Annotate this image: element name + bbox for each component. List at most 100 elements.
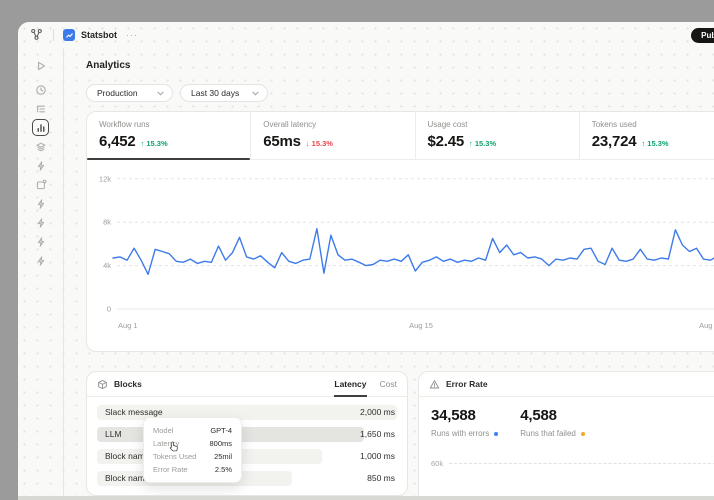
export-box-icon[interactable] [32,176,49,193]
chevron-down-icon [157,91,164,96]
layers-icon[interactable] [32,138,49,155]
error-chart-axis: 60k [431,459,714,468]
icon-rail [18,48,64,500]
ellipsis-menu-icon[interactable]: ··· [126,30,138,40]
runs-with-errors-label: Runs with errors [431,429,489,438]
action-bolt-icon[interactable] [32,214,49,231]
warning-triangle-icon [429,379,440,390]
blocks-title: Blocks [114,379,142,389]
tooltip-label: Model [153,424,173,437]
block-latency-value: 2,000 ms [360,405,395,420]
svg-text:8k: 8k [103,218,111,227]
stat-tokens-used[interactable]: Tokens used 23,724 ↑ 15.3% [579,112,714,159]
app-window: Statsbot ··· Publish [18,22,714,500]
runs-that-failed-stat: 4,588 Runs that failed [520,407,585,438]
runs-with-errors-value: 34,588 [431,407,498,424]
svg-text:Aug 1: Aug 1 [118,321,138,330]
error-axis-gridline [449,463,714,464]
tooltip-value: 2.5% [215,463,232,476]
svg-text:Aug 15: Aug 15 [409,321,433,330]
block-row[interactable]: Block name1,000 ms [97,449,397,464]
block-row[interactable]: Slack message2,000 ms [97,405,397,420]
block-latency-value: 1,650 ms [360,427,395,442]
workflow-logo-icon[interactable] [30,28,44,42]
action-bolt-icon[interactable] [32,233,49,250]
hand-cursor-icon [167,440,180,458]
window-bottom-edge [18,496,714,500]
runs-that-failed-value: 4,588 [520,407,585,424]
action-bolt-icon[interactable] [32,195,49,212]
main-content: Analytics Production Last 30 days Workfl… [65,48,714,500]
block-latency-value: 850 ms [367,471,395,486]
svg-text:12k: 12k [99,174,111,183]
blocks-tabs: Latency Cost [334,372,397,397]
block-latency-value: 1,000 ms [360,449,395,464]
tab-latency[interactable]: Latency [334,372,366,397]
metrics-card: Workflow runs 6,452 ↑ 15.3% Overall late… [86,111,714,352]
date-range-dropdown[interactable]: Last 30 days [180,84,268,102]
stat-delta: ↓ 15.3% [306,139,333,148]
stat-overall-latency[interactable]: Overall latency 65ms ↓ 15.3% [250,112,414,159]
environment-dropdown-value: Production [97,88,138,98]
play-icon[interactable] [32,57,49,74]
stat-value: 23,724 [592,133,637,150]
blocks-panel: Blocks Latency Cost Slack message2,000 m… [86,371,408,496]
action-bolt-icon[interactable] [32,157,49,174]
llm-block-tooltip: ModelGPT-4 Latency800ms Tokens Used25mil… [143,417,242,483]
blue-legend-dot [494,432,498,436]
error-axis-tick: 60k [431,459,443,468]
stat-label: Usage cost [428,120,579,129]
svg-text:4k: 4k [103,261,111,270]
workflow-title: Statsbot [81,30,117,40]
blocks-header: Blocks Latency Cost [87,372,407,397]
publish-button[interactable]: Publish [691,28,714,43]
error-rate-header: Error Rate [419,372,714,397]
block-row[interactable]: LLM 1,650 ms [97,427,397,442]
action-bolt-icon[interactable] [32,252,49,269]
history-clock-icon[interactable] [32,81,49,98]
stat-value: $2.45 [428,133,465,150]
line-chart-svg: 12k 8k 4k 0 Aug 1 Aug 15 Aug 31 [91,170,714,344]
stat-value: 65ms [263,133,301,150]
stat-label: Tokens used [592,120,714,129]
orange-legend-dot [581,432,585,436]
chevron-down-icon [252,91,259,96]
workflow-runs-chart: 12k 8k 4k 0 Aug 1 Aug 15 Aug 31 [87,160,714,351]
stat-delta: ↑ 15.3% [641,139,668,148]
analytics-chart-icon[interactable] [32,119,49,136]
block-row[interactable]: Block name850 ms [97,471,397,486]
tooltip-label: Error Rate [153,463,188,476]
svg-text:0: 0 [107,305,111,314]
statsbot-app-icon [63,29,75,41]
error-rate-panel: Error Rate 34,588 Runs with errors 4,588 [418,371,714,500]
stat-delta: ↑ 15.3% [141,139,168,148]
blocks-cube-icon [97,379,108,390]
page-title: Analytics [86,60,714,71]
tab-cost[interactable]: Cost [380,372,397,397]
run-list-icon[interactable] [32,100,49,117]
environment-dropdown[interactable]: Production [86,84,173,102]
runs-with-errors-stat: 34,588 Runs with errors [431,407,498,438]
stat-usage-cost[interactable]: Usage cost $2.45 ↑ 15.3% [415,112,579,159]
topbar: Statsbot ··· Publish [18,22,714,48]
runs-that-failed-label: Runs that failed [520,429,576,438]
tooltip-value: 25mil [214,450,232,463]
stat-workflow-runs[interactable]: Workflow runs 6,452 ↑ 15.3% [87,112,250,159]
error-rate-body: 34,588 Runs with errors 4,588 Runs that … [419,397,714,468]
bottom-panels: Blocks Latency Cost Slack message2,000 m… [86,371,714,500]
stat-delta: ↑ 15.3% [469,139,496,148]
tooltip-value: GPT-4 [210,424,232,437]
error-rate-title: Error Rate [446,379,488,389]
filter-bar: Production Last 30 days [86,84,714,102]
block-name: LLM [105,427,122,442]
tooltip-value: 800ms [209,437,232,450]
stat-value: 6,452 [99,133,136,150]
date-range-dropdown-value: Last 30 days [191,88,239,98]
desktop: { "topbar": { "app_name": "Statsbot", "m… [0,0,714,500]
stats-row: Workflow runs 6,452 ↑ 15.3% Overall late… [87,112,714,160]
stat-label: Overall latency [263,120,414,129]
svg-text:Aug 31: Aug 31 [699,321,714,330]
stat-label: Workflow runs [99,120,250,129]
blocks-list: Slack message2,000 ms LLM 1,650 ms Block na… [87,397,407,495]
topbar-divider [53,29,54,41]
